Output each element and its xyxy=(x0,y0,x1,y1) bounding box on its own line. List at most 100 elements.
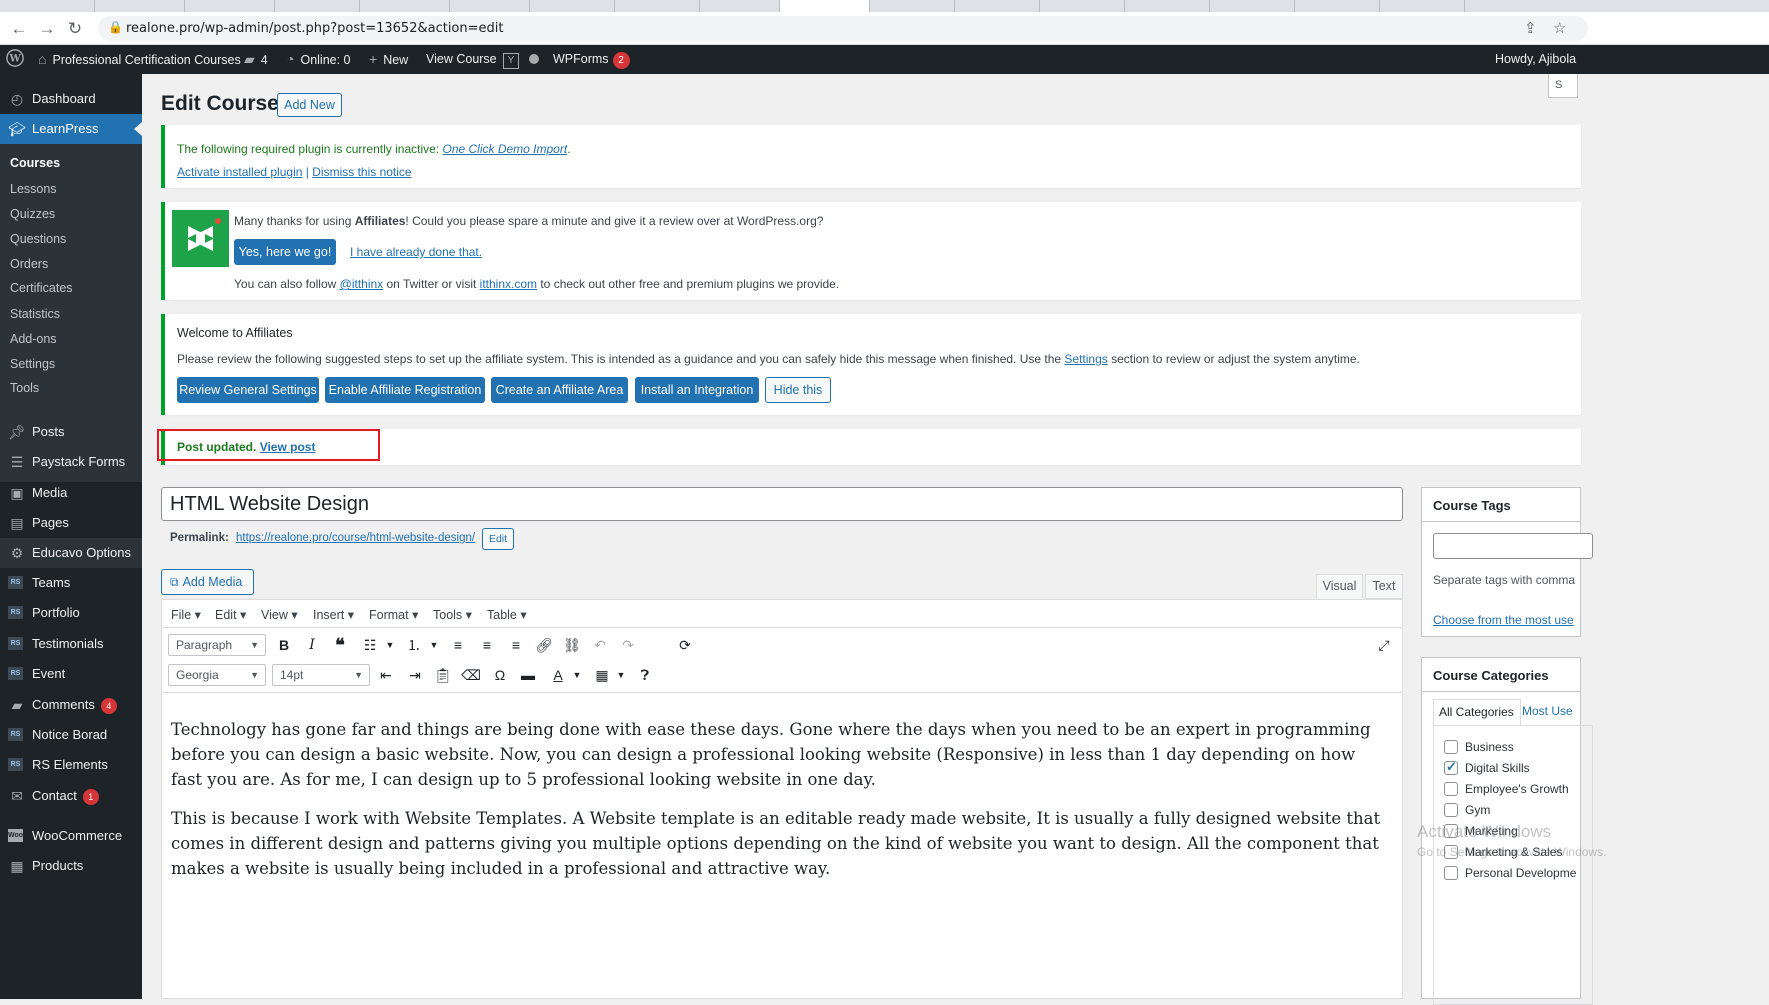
sidebar-item-portfolio[interactable]: RS Portfolio xyxy=(0,598,142,628)
menu-table[interactable]: Table ▾ xyxy=(487,607,527,622)
sidebar-item-event[interactable]: RS Event xyxy=(0,659,142,689)
checkbox[interactable] xyxy=(1444,782,1458,796)
browser-tab[interactable] xyxy=(450,0,530,12)
checkbox[interactable] xyxy=(1444,740,1458,754)
submenu-quizzes[interactable]: Quizzes xyxy=(10,204,55,224)
align-left-icon[interactable]: ≡ xyxy=(447,634,469,656)
chevron-down-icon[interactable]: ▼ xyxy=(566,664,588,686)
tab-text[interactable]: Text xyxy=(1365,574,1403,599)
font-family-select[interactable]: Georgia ▼ xyxy=(168,664,266,686)
format-select[interactable]: Paragraph ▼ xyxy=(168,634,266,656)
wpforms-link[interactable]: WPForms 2 xyxy=(553,45,630,74)
course-tags-input[interactable] xyxy=(1433,533,1593,559)
already-done-link[interactable]: I have already done that. xyxy=(350,245,482,259)
checkbox[interactable] xyxy=(1444,866,1458,880)
align-right-icon[interactable]: ≡ xyxy=(505,634,527,656)
category-digital-skills[interactable]: Digital Skills xyxy=(1444,759,1530,775)
horizontal-line-icon[interactable]: ▬ xyxy=(517,664,539,686)
sidebar-item-learnpress[interactable]: 🎓︎ LearnPress xyxy=(0,114,142,144)
fullscreen-icon[interactable]: ⤢ xyxy=(1373,634,1395,656)
sidebar-item-posts[interactable]: 📌︎ Posts xyxy=(0,417,142,447)
outdent-icon[interactable]: ⇤ xyxy=(375,664,397,686)
sidebar-item-dashboard[interactable]: ◴ Dashboard xyxy=(0,84,142,114)
yoast-icon[interactable]: Y xyxy=(503,45,519,74)
sidebar-item-pages[interactable]: ▤ Pages xyxy=(0,508,142,538)
browser-tab[interactable] xyxy=(0,0,95,12)
checkbox[interactable] xyxy=(1444,803,1458,817)
sidebar-item-paystack-forms[interactable]: ☰ Paystack Forms xyxy=(0,447,142,477)
chevron-down-icon[interactable]: ▼ xyxy=(423,634,445,656)
special-character-omega-icon[interactable]: Ω xyxy=(489,664,511,686)
checkbox-checked[interactable] xyxy=(1444,759,1458,775)
screen-options-button[interactable]: S xyxy=(1548,74,1578,98)
itthinx-link[interactable]: itthinx.com xyxy=(480,277,537,291)
browser-tab[interactable] xyxy=(275,0,360,12)
italic-icon[interactable]: I xyxy=(301,634,323,656)
menu-insert[interactable]: Insert ▾ xyxy=(313,607,354,622)
hide-this-button[interactable]: Hide this xyxy=(765,377,831,403)
browser-tab[interactable] xyxy=(360,0,450,12)
enable-affiliate-registration-button[interactable]: Enable Affiliate Registration xyxy=(325,377,485,403)
unlink-icon[interactable]: ⛓ xyxy=(561,634,583,656)
wordpress-logo-icon[interactable]: W xyxy=(6,45,24,74)
tab-visual[interactable]: Visual xyxy=(1316,574,1363,599)
online-users[interactable]: ◔ Online: 0 xyxy=(286,45,351,74)
twitter-link[interactable]: @itthinx xyxy=(340,277,384,291)
browser-tab[interactable] xyxy=(185,0,275,12)
menu-view[interactable]: View ▾ xyxy=(261,607,298,622)
category-gym[interactable]: Gym xyxy=(1444,803,1490,817)
sidebar-item-rs-elements[interactable]: RS RS Elements xyxy=(0,750,142,780)
chevron-down-icon[interactable]: ▼ xyxy=(610,664,632,686)
address-bar[interactable]: 🔒 realone.pro/wp-admin/post.php?post=136… xyxy=(98,16,1588,41)
edit-permalink-button[interactable]: Edit xyxy=(482,528,514,550)
tab-all-categories[interactable]: All Categories xyxy=(1433,699,1521,725)
submenu-courses[interactable]: Courses xyxy=(10,153,60,173)
tab-most-used[interactable]: Most Use xyxy=(1522,704,1573,718)
link-icon[interactable]: 🔗︎ xyxy=(533,634,555,656)
category-business[interactable]: Business xyxy=(1444,740,1514,754)
sidebar-item-woocommerce[interactable]: Woo WooCommerce xyxy=(0,821,142,851)
sidebar-item-comments[interactable]: ▰ Comments 4 xyxy=(0,690,142,720)
paste-text-icon[interactable]: 📋︎ xyxy=(432,664,454,686)
browser-tab[interactable] xyxy=(530,0,615,12)
menu-file[interactable]: File ▾ xyxy=(171,607,201,622)
submenu-statistics[interactable]: Statistics xyxy=(10,304,60,324)
browser-tab-active[interactable] xyxy=(780,0,870,12)
browser-tab[interactable] xyxy=(1295,0,1380,12)
post-title-input[interactable]: HTML Website Design xyxy=(161,487,1403,521)
browser-tab[interactable] xyxy=(615,0,700,12)
sidebar-item-notice-borad[interactable]: RS Notice Borad xyxy=(0,720,142,750)
bookmark-star-icon[interactable]: ☆ xyxy=(1553,19,1566,37)
browser-tab[interactable] xyxy=(870,0,955,12)
chevron-down-icon[interactable]: ▼ xyxy=(379,634,401,656)
dismiss-notice-link[interactable]: Dismiss this notice xyxy=(312,165,411,179)
help-question-icon[interactable]: ❓︎ xyxy=(634,664,656,686)
create-affiliate-area-button[interactable]: Create an Affiliate Area xyxy=(491,377,628,403)
one-click-demo-import-link[interactable]: One Click Demo Import xyxy=(442,142,567,156)
sidebar-item-products[interactable]: ▦ Products xyxy=(0,851,142,881)
blockquote-icon[interactable]: ❝ xyxy=(329,634,351,656)
sidebar-item-testimonials[interactable]: RS Testimonials xyxy=(0,629,142,659)
bold-icon[interactable]: B xyxy=(273,634,295,656)
forward-arrow-icon[interactable]: → xyxy=(36,18,58,40)
browser-tab[interactable] xyxy=(1380,0,1465,12)
submenu-tools[interactable]: Tools xyxy=(10,378,39,398)
menu-format[interactable]: Format ▾ xyxy=(369,607,418,622)
add-new-button[interactable]: Add New xyxy=(277,93,342,117)
submenu-orders[interactable]: Orders xyxy=(10,254,48,274)
submenu-settings[interactable]: Settings xyxy=(10,354,55,374)
my-account-menu[interactable]: Howdy, Ajibola xyxy=(1495,45,1576,74)
site-name-link[interactable]: ⌂ Professional Certification Courses xyxy=(38,45,241,74)
redo-icon[interactable]: ↷ xyxy=(617,634,639,656)
browser-tab[interactable] xyxy=(1210,0,1295,12)
choose-most-used-link[interactable]: Choose from the most use xyxy=(1433,613,1574,627)
sidebar-item-contact[interactable]: ✉ Contact 1 xyxy=(0,781,142,811)
sidebar-item-media[interactable]: ▣ Media xyxy=(0,478,142,508)
align-center-icon[interactable]: ≡ xyxy=(476,634,498,656)
category-personal-development[interactable]: Personal Developme xyxy=(1444,866,1576,880)
browser-tab[interactable] xyxy=(955,0,1040,12)
add-media-button[interactable]: ⧉ Add Media xyxy=(161,569,254,595)
yes-review-button[interactable]: Yes, here we go! xyxy=(234,239,336,265)
reload-icon[interactable]: ↻ xyxy=(64,18,86,40)
toolbar-toggle-icon[interactable]: ⟳ xyxy=(674,634,696,656)
